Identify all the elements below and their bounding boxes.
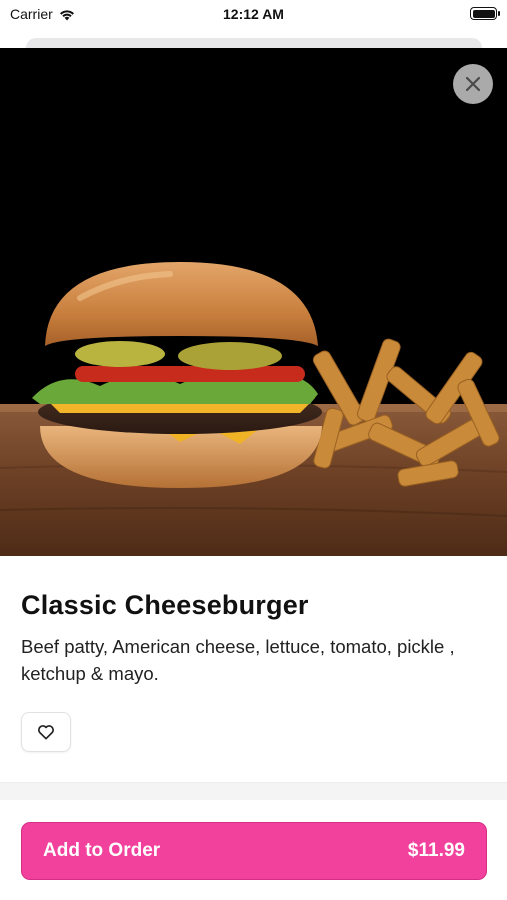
add-to-order-button[interactable]: Add to Order $11.99 [21,822,487,880]
battery-icon [470,7,500,20]
close-button[interactable] [453,64,493,104]
item-description: Beef patty, American cheese, lettuce, to… [21,636,455,684]
add-to-order-label: Add to Order [43,840,161,861]
status-bar: Carrier 12:12 AM [0,0,507,30]
order-price: $11.99 [407,840,465,861]
item-title: Classic Cheeseburger [21,590,309,620]
status-time: 12:12 AM [223,6,284,22]
item-photo [0,48,507,556]
item-details: Classic Cheeseburger Beef patty, America… [0,556,507,752]
heart-icon [38,725,54,740]
section-divider [0,782,507,800]
favorite-button[interactable] [21,712,71,752]
close-icon [465,76,481,92]
